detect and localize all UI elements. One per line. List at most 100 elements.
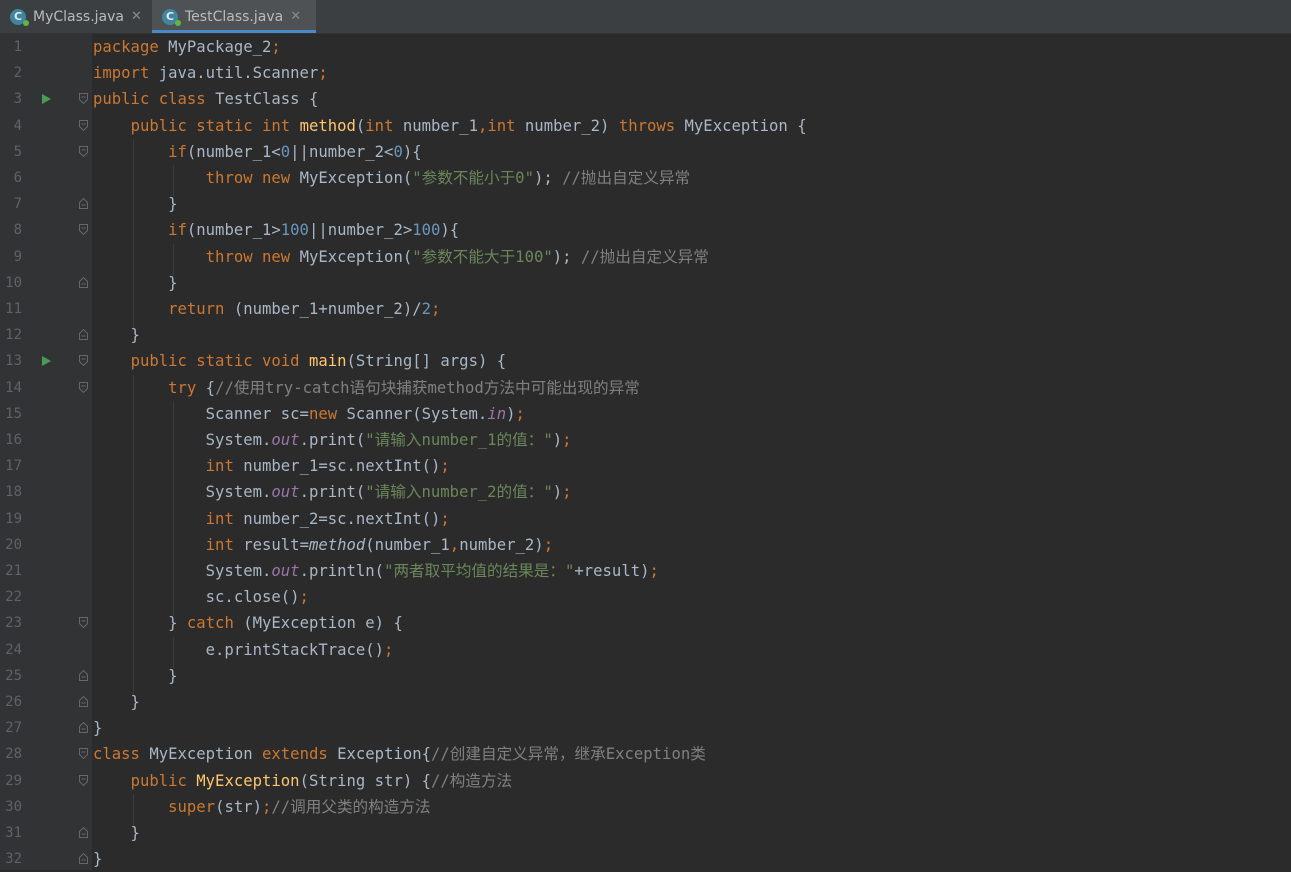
code-line[interactable]: 8 if(number_1>100||number_2>100){ [0,217,1291,243]
code-line[interactable]: 19 int number_2=sc.nextInt(); [0,506,1291,532]
fold-close-icon[interactable] [79,722,88,734]
code-text[interactable]: int number_2=sc.nextInt(); [93,506,450,532]
code-line[interactable]: 13 public static void main(String[] args… [0,348,1291,374]
code-text[interactable]: System.out.print("请输入number_2的值："); [93,479,572,505]
code-text[interactable]: } [93,689,140,715]
code-text[interactable]: } [93,191,177,217]
fold-open-icon[interactable] [79,145,88,157]
code-line[interactable]: 4 public static int method(int number_1,… [0,113,1291,139]
run-gutter-icon[interactable] [42,94,51,105]
code-line[interactable]: 15 Scanner sc=new Scanner(System.in); [0,401,1291,427]
code-line[interactable]: 7 } [0,191,1291,217]
code-text[interactable]: System.out.println("两者取平均值的结果是："+result)… [93,558,659,584]
code-line[interactable]: 11 return (number_1+number_2)/2; [0,296,1291,322]
fold-close-icon[interactable] [79,198,88,210]
fold-close-icon[interactable] [79,669,88,681]
code-text[interactable]: package MyPackage_2; [93,34,281,60]
close-icon[interactable]: ✕ [131,9,142,24]
code-text[interactable]: } [93,270,177,296]
fold-close-icon[interactable] [79,853,88,865]
code-text[interactable]: return (number_1+number_2)/2; [93,296,440,322]
fold-open-icon[interactable] [79,224,88,236]
code-token: (MyException e) { [243,614,403,633]
code-line[interactable]: 6 throw new MyException("参数不能小于0"); //抛出… [0,165,1291,191]
code-line[interactable]: 10 } [0,270,1291,296]
fold-close-icon[interactable] [79,827,88,838]
code-line[interactable]: 24 e.printStackTrace(); [0,637,1291,663]
code-line[interactable]: 21 System.out.println("两者取平均值的结果是："+resu… [0,558,1291,584]
code-text[interactable]: e.printStackTrace(); [93,637,394,663]
code-text[interactable]: public class TestClass { [93,86,318,112]
code-token: MyException( [299,169,413,187]
code-token: } [93,824,140,842]
code-line[interactable]: 32} [0,846,1291,872]
code-line[interactable]: 31 } [0,820,1291,846]
code-token: , [449,535,460,554]
code-text[interactable]: if(number_1>100||number_2>100){ [93,217,459,243]
code-line[interactable]: 18 System.out.print("请输入number_2的值："); [0,479,1291,505]
code-token: +result) [574,562,650,580]
fold-open-icon[interactable] [79,119,88,131]
code-editor[interactable]: 1 package MyPackage_2; 2 import java.util.S… [0,34,1291,870]
code-text[interactable]: } catch (MyException e) { [93,610,403,636]
code-text[interactable]: public static void main(String[] args) { [93,348,507,374]
fold-close-icon[interactable] [79,276,88,288]
code-text[interactable]: } [93,715,102,741]
code-line[interactable]: 29 public MyException(String str) {//构造方… [0,768,1291,794]
code-token: "请输入number_1的值：" [365,431,553,449]
code-text[interactable]: throw new MyException("参数不能小于0"); //抛出自定… [93,165,690,191]
code-line[interactable]: 1 package MyPackage_2; [0,34,1291,60]
code-text[interactable]: } [93,663,177,689]
code-text[interactable]: } [93,846,102,872]
code-text[interactable]: try {//使用try-catch语句块捕获method方法中可能出现的异常 [93,375,640,401]
close-icon[interactable]: ✕ [290,9,301,24]
line-number: 28 [5,746,22,763]
code-line[interactable]: 23 } catch (MyException e) { [0,610,1291,636]
code-line[interactable]: 30 super(str);//调用父类的构造方法 [0,794,1291,820]
code-text[interactable]: if(number_1<0||number_2<0){ [93,139,422,165]
code-text[interactable]: System.out.print("请输入number_1的值："); [93,427,572,453]
code-text[interactable]: import java.util.Scanner; [93,60,328,86]
code-token: ; [562,483,572,502]
fold-open-icon[interactable] [79,381,88,393]
line-number: 27 [5,720,22,737]
fold-open-icon[interactable] [79,93,88,105]
code-line[interactable]: 16 System.out.print("请输入number_1的值："); [0,427,1291,453]
code-line[interactable]: 9 throw new MyException("参数不能大于100"); //… [0,244,1291,270]
code-text[interactable]: Scanner sc=new Scanner(System.in); [93,401,525,427]
tab-testclass[interactable]: C TestClass.java ✕ [152,0,316,33]
code-text[interactable]: int result=method(number_1,number_2); [93,532,553,558]
code-line[interactable]: 22 sc.close(); [0,584,1291,610]
code-line[interactable]: 14 try {//使用try-catch语句块捕获method方法中可能出现的… [0,375,1291,401]
code-token: ){ [440,221,460,240]
fold-open-icon[interactable] [79,617,88,629]
code-line[interactable]: 12 } [0,322,1291,348]
code-text[interactable]: int number_1=sc.nextInt(); [93,453,450,479]
code-text[interactable]: public MyException(String str) {//构造方法 [93,768,513,794]
code-line[interactable]: 3 public class TestClass { [0,86,1291,112]
fold-close-icon[interactable] [79,696,88,707]
code-text[interactable]: sc.close(); [93,584,309,610]
code-token: number_2) [524,116,619,135]
code-line[interactable]: 28 class MyException extends Exception{//… [0,741,1291,767]
run-gutter-icon[interactable] [42,356,51,367]
code-line[interactable]: 27} [0,715,1291,741]
tab-myclass[interactable]: C MyClass.java ✕ [0,0,152,33]
code-line[interactable]: 2 import java.util.Scanner; [0,60,1291,86]
code-text[interactable]: super(str);//调用父类的构造方法 [93,794,430,820]
code-text[interactable]: } [93,322,140,348]
fold-open-icon[interactable] [79,748,88,760]
code-line[interactable]: 25 } [0,663,1291,689]
code-text[interactable]: public static int method(int number_1,in… [93,113,807,139]
code-line[interactable]: 17 int number_1=sc.nextInt(); [0,453,1291,479]
code-text[interactable]: } [93,820,140,846]
fold-open-icon[interactable] [79,355,88,367]
code-token: ; [440,457,450,476]
code-line[interactable]: 20 int result=method(number_1,number_2); [0,532,1291,558]
code-text[interactable]: throw new MyException("参数不能大于100"); //抛出… [93,244,709,270]
fold-open-icon[interactable] [79,774,88,786]
code-line[interactable]: 26 } [0,689,1291,715]
code-text[interactable]: class MyException extends Exception{//创建… [93,741,706,767]
code-line[interactable]: 5 if(number_1<0||number_2<0){ [0,139,1291,165]
fold-close-icon[interactable] [79,329,88,341]
